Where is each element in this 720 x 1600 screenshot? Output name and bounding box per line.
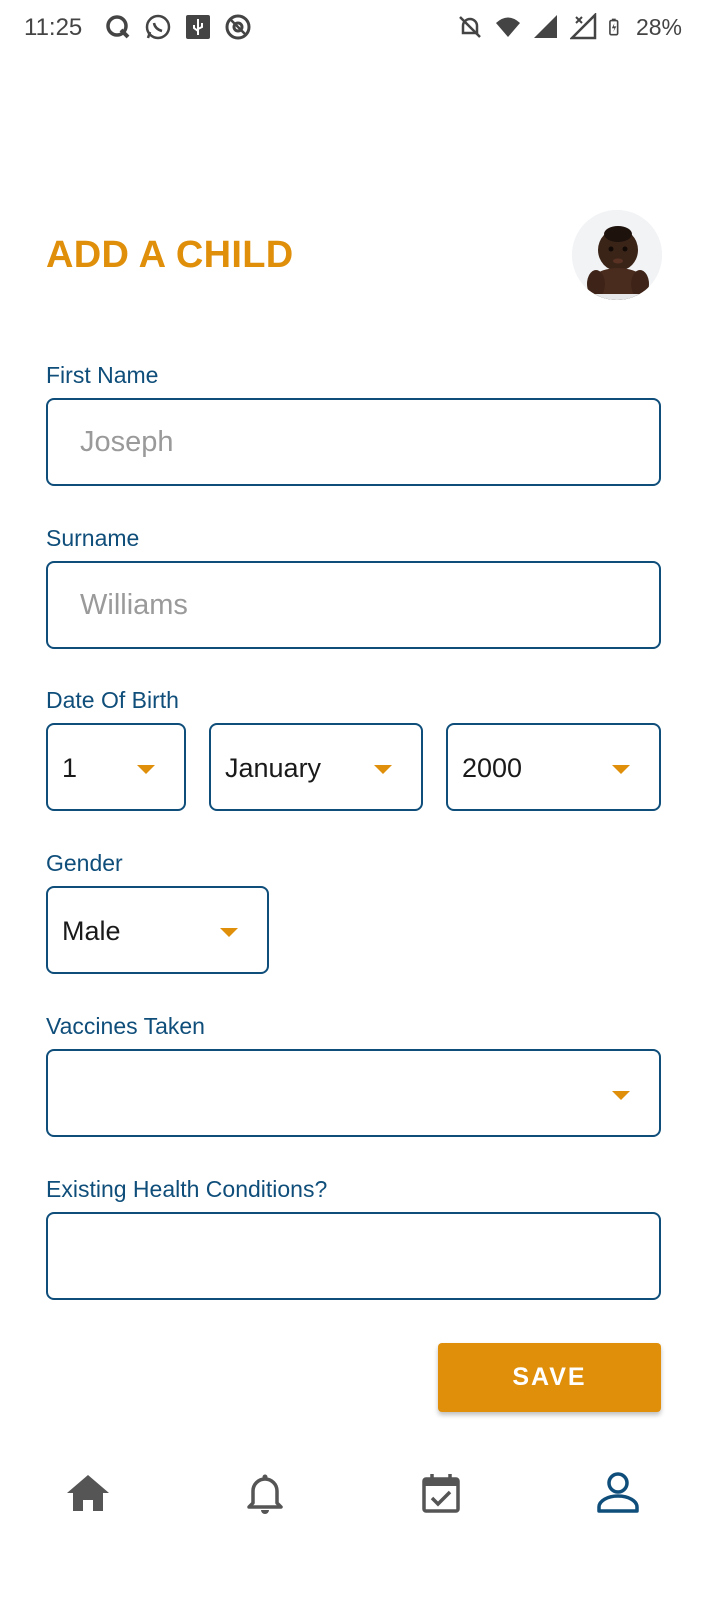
health-label: Existing Health Conditions? [46, 1176, 328, 1202]
dob-label: Date Of Birth [46, 687, 179, 713]
health-conditions-input[interactable] [46, 1212, 661, 1300]
bottom-nav [0, 1450, 720, 1540]
dob-year-select[interactable]: 2000 [446, 723, 661, 811]
status-system-icons: 28% [456, 13, 682, 41]
first-name-label: First Name [46, 362, 159, 388]
dob-day-select[interactable]: 1 [46, 723, 186, 811]
chevron-down-icon [612, 1091, 630, 1100]
signal-icon [533, 15, 557, 38]
bell-icon [247, 1474, 283, 1514]
dob-year-value: 2000 [462, 753, 523, 783]
nav-notifications[interactable] [240, 1468, 290, 1518]
wifi-icon [495, 17, 520, 37]
silent-bell-icon [459, 16, 481, 38]
signal-no-data-icon [569, 13, 597, 40]
nav-profile[interactable] [593, 1468, 643, 1518]
save-button-label: SAVE [512, 1363, 587, 1391]
nav-calendar[interactable] [416, 1468, 466, 1518]
surname-input[interactable]: Williams [46, 561, 661, 649]
surname-label: Surname [46, 525, 140, 551]
q-app-icon [106, 15, 130, 39]
chevron-down-icon [137, 765, 155, 774]
chevron-down-icon [220, 928, 238, 937]
profile-icon [597, 1472, 639, 1513]
dob-day-value: 1 [62, 753, 78, 783]
dob-month-select[interactable]: January [209, 723, 423, 811]
usb-debug-icon [186, 15, 210, 39]
dob-month-value: January [225, 753, 322, 783]
first-name-placeholder: Joseph [80, 426, 174, 458]
whatsapp-icon [145, 14, 171, 40]
battery-percent: 28% [635, 13, 682, 40]
status-notification-icons [104, 13, 252, 41]
gender-label: Gender [46, 850, 123, 876]
baby-avatar-image [572, 210, 662, 300]
gender-value: Male [62, 916, 121, 946]
battery-charging-icon [609, 18, 619, 36]
page-title: ADD A CHILD [46, 234, 294, 276]
nav-home[interactable] [63, 1468, 113, 1518]
chevron-down-icon [374, 765, 392, 774]
status-time: 11:25 [24, 14, 83, 41]
status-bar: 11:25 28% [0, 0, 720, 56]
child-avatar[interactable] [572, 210, 662, 300]
vaccines-select[interactable] [46, 1049, 661, 1137]
gender-select[interactable]: Male [46, 886, 269, 974]
home-icon [67, 1475, 109, 1511]
calendar-check-icon [422, 1474, 460, 1513]
chevron-down-icon [612, 765, 630, 774]
surname-placeholder: Williams [80, 589, 188, 621]
first-name-input[interactable]: Joseph [46, 398, 661, 486]
vaccines-label: Vaccines Taken [46, 1013, 205, 1039]
at-sign-icon [225, 14, 251, 40]
save-button[interactable]: SAVE [438, 1343, 661, 1412]
